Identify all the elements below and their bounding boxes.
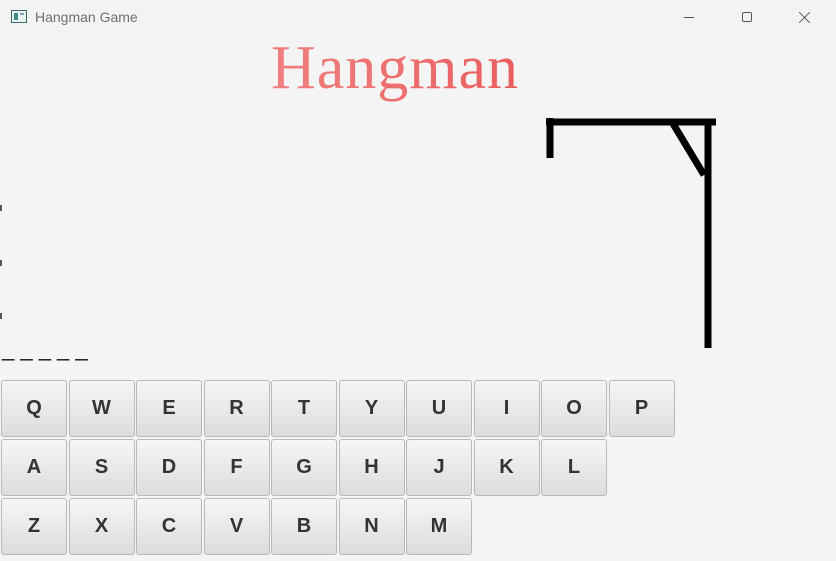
app-window-icon bbox=[11, 10, 27, 23]
letter-key-y[interactable]: Y bbox=[338, 380, 405, 437]
hangman-window: Hangman Game Hangman _ _ _ _ _ QWERTYUIO… bbox=[0, 0, 836, 561]
gallows-brace bbox=[669, 120, 707, 177]
window-edge-marks bbox=[0, 205, 3, 335]
letter-key-n[interactable]: N bbox=[338, 498, 405, 555]
minimize-icon bbox=[684, 16, 694, 18]
letter-key-h[interactable]: H bbox=[338, 439, 405, 496]
game-title: Hangman bbox=[0, 28, 790, 108]
gallows-drawing bbox=[546, 118, 716, 348]
maximize-icon bbox=[742, 12, 752, 22]
letter-key-b[interactable]: B bbox=[271, 498, 337, 555]
letter-key-g[interactable]: G bbox=[271, 439, 337, 496]
letter-key-m[interactable]: M bbox=[406, 498, 472, 555]
letter-key-z[interactable]: Z bbox=[1, 498, 67, 555]
keyboard-row: ZXCVBNM bbox=[1, 498, 676, 556]
letter-key-p[interactable]: P bbox=[608, 380, 675, 437]
letter-key-s[interactable]: S bbox=[68, 439, 135, 496]
letter-key-i[interactable]: I bbox=[473, 380, 540, 437]
close-icon bbox=[799, 11, 811, 23]
letter-key-l[interactable]: L bbox=[541, 439, 607, 496]
window-title: Hangman Game bbox=[35, 9, 138, 25]
letter-key-q[interactable]: Q bbox=[1, 380, 67, 437]
letter-key-e[interactable]: E bbox=[136, 380, 202, 437]
keyboard-row: ASDFGHJKL bbox=[1, 439, 676, 497]
letter-key-x[interactable]: X bbox=[68, 498, 135, 555]
letter-key-k[interactable]: K bbox=[473, 439, 540, 496]
letter-key-c[interactable]: C bbox=[136, 498, 202, 555]
letter-keyboard: QWERTYUIOPASDFGHJKLZXCVBNM bbox=[1, 380, 676, 557]
letter-key-u[interactable]: U bbox=[406, 380, 472, 437]
letter-key-j[interactable]: J bbox=[406, 439, 472, 496]
letter-key-w[interactable]: W bbox=[68, 380, 135, 437]
letter-key-f[interactable]: F bbox=[203, 439, 270, 496]
letter-key-r[interactable]: R bbox=[203, 380, 270, 437]
word-display: _ _ _ _ _ bbox=[2, 336, 88, 361]
letter-key-a[interactable]: A bbox=[1, 439, 67, 496]
letter-key-v[interactable]: V bbox=[203, 498, 270, 555]
keyboard-row: QWERTYUIOP bbox=[1, 380, 676, 438]
letter-key-t[interactable]: T bbox=[271, 380, 337, 437]
letter-key-o[interactable]: O bbox=[541, 380, 607, 437]
letter-key-d[interactable]: D bbox=[136, 439, 202, 496]
